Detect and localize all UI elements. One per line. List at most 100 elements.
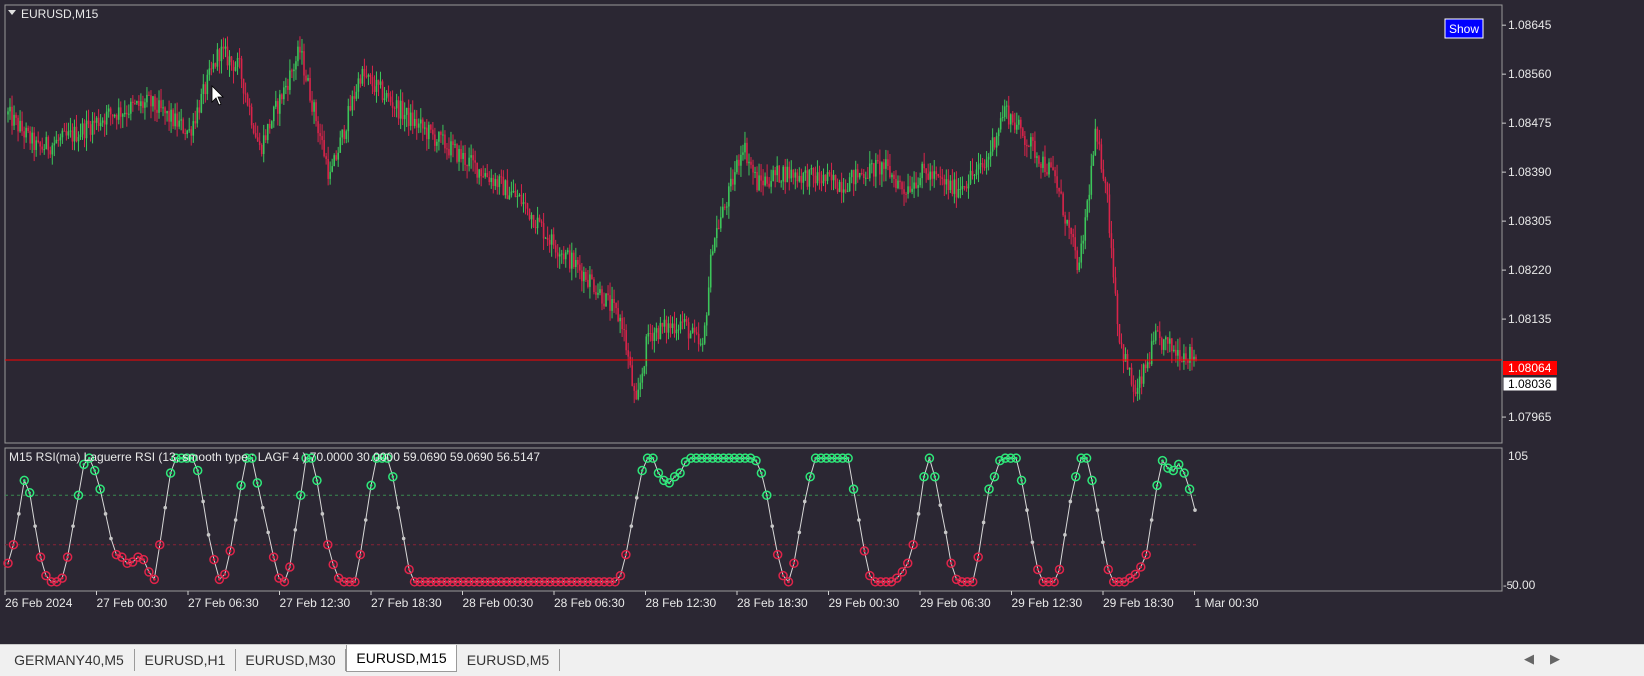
candle-body	[530, 214, 533, 220]
candle-body	[951, 180, 954, 194]
candle-body	[800, 175, 803, 183]
rsi-neutral-point	[1063, 533, 1067, 537]
candle-body	[667, 323, 670, 333]
candle-body	[506, 180, 509, 200]
rsi-oversold-dot	[55, 580, 59, 584]
rsi-overbought-dot	[667, 481, 671, 485]
candle-body	[687, 322, 690, 339]
candle-body	[1062, 193, 1064, 216]
candle-body	[47, 137, 50, 151]
candle-body	[1042, 156, 1044, 168]
candle-body	[997, 129, 1000, 137]
tab-scroll-left-icon[interactable]: ◀	[1524, 651, 1534, 667]
rsi-neutral-point	[109, 536, 113, 541]
candle-body	[965, 186, 968, 189]
rsi-neutral-point	[1030, 540, 1035, 545]
candle-body	[200, 93, 203, 113]
candle-body	[1173, 349, 1175, 352]
candle-body	[736, 159, 738, 173]
candle-body	[109, 108, 112, 115]
candle-body	[1005, 105, 1008, 107]
candle-body	[405, 107, 408, 115]
rsi-oversold-dot	[136, 555, 140, 559]
candle-body	[939, 176, 942, 178]
candle-body	[564, 252, 567, 260]
candle-body	[901, 182, 903, 190]
candle-body	[709, 254, 712, 288]
rsi-overbought-dot	[1161, 459, 1164, 462]
rsi-overbought-dot	[1090, 479, 1094, 482]
candle-body	[301, 51, 303, 53]
rsi-neutral-point	[1025, 508, 1029, 512]
candle-body	[768, 183, 770, 187]
candle-body	[633, 385, 636, 391]
time-tick-label: 29 Feb 12:30	[1012, 596, 1083, 610]
candle-body	[536, 217, 539, 229]
tab-eurusd-m5[interactable]: EURUSD,M5	[457, 649, 560, 671]
chart-canvas[interactable]: 1.08645 1.08560 1.08475 1.08390 1.08305 1.082…	[0, 0, 1644, 644]
candle-body	[59, 137, 62, 141]
candle-body	[643, 366, 646, 374]
candle-body	[117, 107, 120, 120]
candle-body	[947, 179, 950, 191]
candle-body	[969, 170, 972, 184]
candle-body	[734, 172, 736, 185]
candle-body	[140, 101, 142, 106]
candle-body	[279, 94, 281, 114]
candle-body	[738, 159, 740, 166]
candle-body	[448, 149, 450, 156]
candle-body	[881, 162, 883, 175]
candle-body	[554, 245, 557, 253]
rsi-oversold-dot	[223, 573, 227, 576]
candle-body	[180, 119, 182, 121]
candle-body	[911, 188, 913, 192]
candle-body	[1092, 155, 1095, 166]
candle-body	[699, 343, 702, 345]
candle-body	[631, 365, 634, 386]
tab-eurusd-m30[interactable]: EURUSD,M30	[236, 649, 346, 671]
candle-body	[546, 237, 549, 240]
candle-body	[524, 202, 527, 204]
candle-body	[1024, 135, 1026, 145]
rsi-oversold-dot	[792, 561, 796, 565]
candle-body	[615, 303, 617, 309]
candle-body	[401, 100, 404, 120]
candle-body	[609, 295, 611, 311]
candle-body	[617, 308, 619, 322]
candle-body	[717, 227, 720, 229]
rsi-oversold-dot	[1058, 568, 1061, 571]
rsi-oversold-dot	[120, 555, 124, 559]
candle-body	[871, 163, 873, 165]
candle-body	[246, 94, 249, 106]
candle-body	[613, 299, 615, 304]
time-tick-label: 28 Feb 18:30	[737, 596, 808, 610]
candle-body	[625, 330, 627, 351]
rsi-overbought-dot	[28, 491, 31, 495]
candle-body	[1080, 243, 1083, 263]
tab-eurusd-h1[interactable]: EURUSD,H1	[135, 649, 236, 671]
show-button[interactable]: Show	[1444, 18, 1484, 39]
candle-body	[498, 176, 501, 188]
rsi-overbought-dot	[196, 469, 200, 472]
candle-body	[762, 180, 764, 186]
candle-body	[627, 350, 629, 357]
rsi-neutral-point	[857, 518, 861, 522]
candle-body	[97, 117, 100, 127]
tab-eurusd-m15[interactable]: EURUSD,M15	[346, 645, 457, 672]
candle-body	[500, 176, 503, 178]
candle-body	[202, 84, 205, 94]
candle-body	[570, 252, 573, 269]
candle-body	[812, 168, 815, 176]
candle-body	[1003, 106, 1006, 118]
rsi-oversold-dot	[6, 561, 10, 565]
candle-body	[1164, 337, 1167, 340]
candle-body	[1096, 128, 1099, 142]
tab-scroll-right-icon[interactable]: ▶	[1550, 651, 1560, 667]
rsi-neutral-point	[320, 512, 325, 516]
candle-body	[758, 175, 760, 191]
candle-body	[1158, 331, 1161, 339]
tab-germany40-m5[interactable]: GERMANY40,M5	[4, 649, 135, 671]
candle-body	[283, 87, 285, 100]
rsi-neutral-point	[943, 530, 948, 535]
candle-body	[474, 160, 476, 163]
